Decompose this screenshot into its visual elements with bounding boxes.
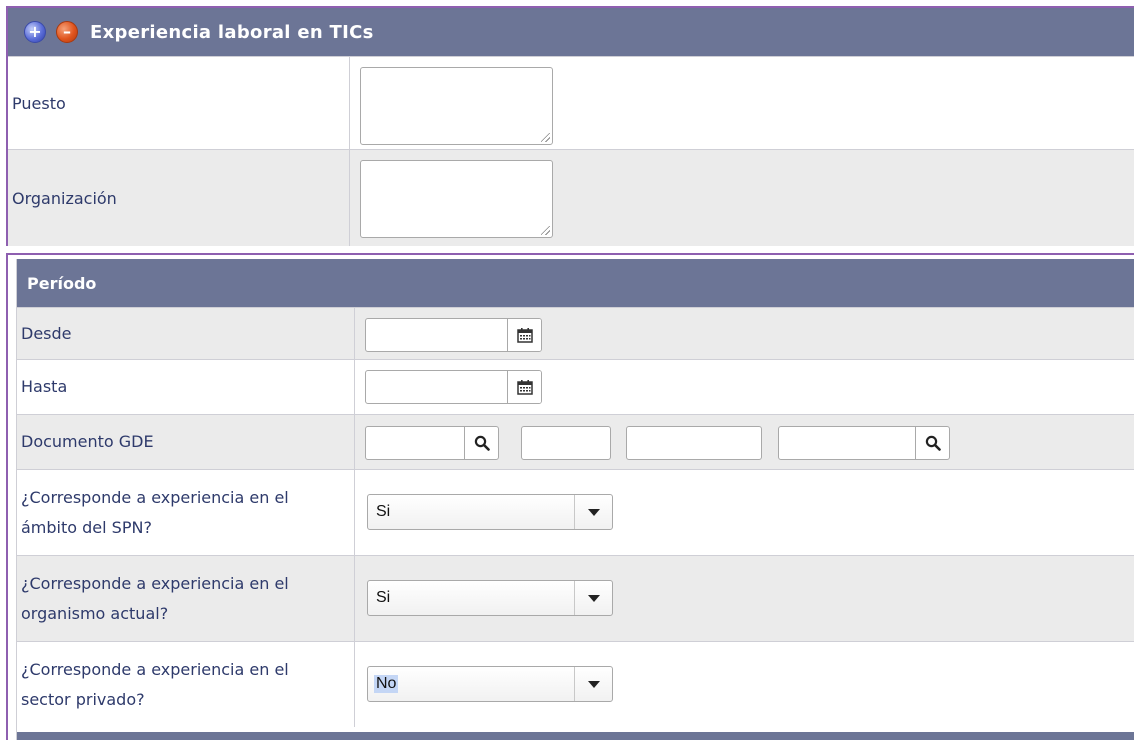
chevron-down-icon xyxy=(587,508,600,516)
hasta-label: Hasta xyxy=(17,360,355,414)
resize-grip-icon[interactable] xyxy=(541,133,550,142)
resize-grip-icon[interactable] xyxy=(541,226,550,235)
chevron-down-icon xyxy=(587,594,600,602)
desde-date-input[interactable] xyxy=(365,318,542,352)
experience-section: + – Experiencia laboral en TICs Puesto O… xyxy=(6,6,1134,246)
question-organismo-label: ¿Corresponde a experiencia en el organis… xyxy=(17,556,355,641)
question-spn-label: ¿Corresponde a experiencia en el ámbito … xyxy=(17,470,355,555)
calendar-icon xyxy=(516,328,533,343)
question-spn-line1: ¿Corresponde a experiencia en el xyxy=(21,487,289,507)
dropdown-arrow-button[interactable] xyxy=(574,667,612,701)
plus-circle-icon[interactable]: + xyxy=(24,21,46,43)
calendar-icon xyxy=(516,380,533,395)
question-spn-select[interactable]: Si xyxy=(367,494,613,530)
form-row-question-organismo: ¿Corresponde a experiencia en el organis… xyxy=(17,555,1134,641)
question-spn-line2: ámbito del SPN? xyxy=(21,517,152,537)
section-title: Experiencia laboral en TICs xyxy=(90,21,374,43)
form-row-hasta: Hasta xyxy=(17,359,1134,414)
question-privado-select[interactable]: No xyxy=(367,666,613,702)
form-row-organizacion: Organización xyxy=(8,149,1134,246)
desde-calendar-button[interactable] xyxy=(507,319,541,351)
section-header: + – Experiencia laboral en TICs xyxy=(8,8,1134,56)
organizacion-textarea[interactable] xyxy=(360,160,553,238)
hasta-calendar-button[interactable] xyxy=(507,371,541,403)
form-row-documento-gde: Documento GDE xyxy=(17,414,1134,469)
form-row-question-privado: ¿Corresponde a experiencia en el sector … xyxy=(17,641,1134,727)
documento-search-button-2[interactable] xyxy=(915,427,949,459)
dropdown-arrow-button[interactable] xyxy=(574,581,612,615)
form-row-puesto: Puesto xyxy=(8,56,1134,149)
documento-search-button-1[interactable] xyxy=(464,427,498,459)
question-privado-label: ¿Corresponde a experiencia en el sector … xyxy=(17,642,355,727)
question-organismo-select[interactable]: Si xyxy=(367,580,613,616)
period-section-body: Período Desde Hasta Documento GDE ¿Corre… xyxy=(16,259,1134,740)
hasta-date-input[interactable] xyxy=(365,370,542,404)
documento-field-3[interactable] xyxy=(626,426,762,460)
documento-field-2[interactable] xyxy=(521,426,611,460)
period-header: Período xyxy=(17,259,1134,307)
question-organismo-line2: organismo actual? xyxy=(21,603,169,623)
question-privado-line2: sector privado? xyxy=(21,689,145,709)
search-icon xyxy=(925,435,941,451)
question-organismo-value: Si xyxy=(376,589,391,606)
form-row-desde: Desde xyxy=(17,307,1134,359)
dropdown-arrow-button[interactable] xyxy=(574,495,612,529)
section-footer-bar xyxy=(17,732,1134,740)
desde-label: Desde xyxy=(17,308,355,359)
puesto-label: Puesto xyxy=(8,57,350,149)
question-privado-value: No xyxy=(374,675,399,693)
period-section: Período Desde Hasta Documento GDE ¿Corre… xyxy=(6,253,1134,740)
search-icon xyxy=(474,435,490,451)
organizacion-label: Organización xyxy=(8,150,350,246)
documento-field-1[interactable] xyxy=(365,426,499,460)
form-row-question-spn: ¿Corresponde a experiencia en el ámbito … xyxy=(17,469,1134,555)
minus-circle-icon[interactable]: – xyxy=(56,21,78,43)
chevron-down-icon xyxy=(587,680,600,688)
question-spn-value: Si xyxy=(376,503,391,520)
documento-field-4[interactable] xyxy=(778,426,950,460)
question-privado-line1: ¿Corresponde a experiencia en el xyxy=(21,659,289,679)
puesto-textarea[interactable] xyxy=(360,67,553,145)
documento-gde-label: Documento GDE xyxy=(17,415,355,469)
question-organismo-line1: ¿Corresponde a experiencia en el xyxy=(21,573,289,593)
